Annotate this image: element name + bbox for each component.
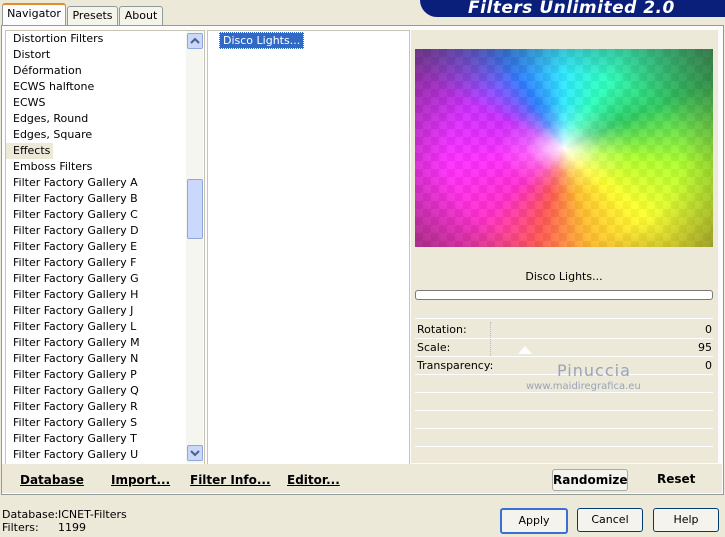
tab-about[interactable]: About — [119, 6, 163, 25]
filter-list-panel — [207, 30, 410, 465]
param-rotation-value[interactable]: 0 — [652, 323, 712, 336]
scroll-up-button[interactable] — [187, 33, 203, 49]
category-item[interactable]: Effects — [6, 143, 54, 159]
param-scale-value[interactable]: 95 — [652, 341, 712, 354]
preview-filter-name: Disco Lights... — [525, 270, 603, 283]
category-item[interactable]: Filter Factory Gallery U — [6, 447, 186, 463]
apply-button[interactable]: Apply — [500, 508, 568, 534]
category-item[interactable]: Filter Factory Gallery H — [6, 287, 186, 303]
chevron-up-icon — [190, 37, 200, 44]
status-database-label: Database: — [2, 508, 59, 521]
chevron-down-icon — [190, 450, 200, 457]
filter-item-disco-lights[interactable]: Disco Lights... — [219, 32, 305, 49]
status-filters-label: Filters: — [2, 521, 39, 534]
category-item[interactable]: Filter Factory Gallery M — [6, 335, 186, 351]
category-list: Distortion Filters Distort Déformation ECWS… — [6, 31, 186, 463]
category-item[interactable]: Filter Factory Gallery R — [6, 399, 186, 415]
cancel-button[interactable]: Cancel — [577, 508, 643, 532]
category-item[interactable]: ECWS — [6, 95, 186, 111]
preview-image — [415, 49, 713, 247]
import-button[interactable]: Import... — [111, 473, 170, 487]
watermark-name: Pinuccia — [557, 361, 631, 380]
category-item[interactable]: Filter Factory Gallery D — [6, 223, 186, 239]
help-button[interactable]: Help — [653, 508, 719, 532]
category-item[interactable]: Emboss Filters — [6, 159, 186, 175]
database-button[interactable]: Database — [20, 473, 84, 487]
category-item[interactable]: Filter Factory Gallery C — [6, 207, 186, 223]
editor-button[interactable]: Editor... — [287, 473, 340, 487]
category-item[interactable]: Distortion Filters — [6, 31, 186, 47]
category-item[interactable]: Filter Factory Gallery S — [6, 415, 186, 431]
param-transparency-label: Transparency: — [417, 359, 494, 372]
app-banner: Filters Unlimited 2.0 — [420, 0, 725, 18]
slider-handle[interactable] — [518, 346, 532, 354]
param-rotation-label: Rotation: — [417, 323, 467, 336]
randomize-button[interactable]: Randomize — [552, 469, 628, 491]
category-item[interactable]: Filter Factory Gallery Q — [6, 383, 186, 399]
category-item[interactable]: Filter Factory Gallery T — [6, 431, 186, 447]
slider-track[interactable] — [490, 322, 641, 356]
category-item[interactable]: Déformation — [6, 63, 186, 79]
status-filters-value: 1199 — [58, 521, 86, 534]
param-scale-label: Scale: — [417, 341, 451, 354]
category-item[interactable]: Filter Factory Gallery B — [6, 191, 186, 207]
category-item[interactable]: Filter Factory Gallery L — [6, 319, 186, 335]
category-item[interactable]: Filter Factory Gallery G — [6, 271, 186, 287]
category-item[interactable]: Filter Factory Gallery P — [6, 367, 186, 383]
category-scrollbar[interactable] — [186, 31, 203, 463]
category-item[interactable]: Filter Factory Gallery F — [6, 255, 186, 271]
category-item[interactable]: Distort — [6, 47, 186, 63]
param-transparency-value[interactable]: 0 — [652, 359, 712, 372]
category-item[interactable]: Filter Factory Gallery N — [6, 351, 186, 367]
category-item[interactable]: Filter Factory Gallery J — [6, 303, 186, 319]
tab-navigator[interactable]: Navigator — [2, 3, 66, 27]
tab-presets[interactable]: Presets — [67, 6, 118, 25]
category-item[interactable]: Filter Factory Gallery E — [6, 239, 186, 255]
filter-info-button[interactable]: Filter Info... — [190, 473, 271, 487]
category-item[interactable]: Filter Factory Gallery A — [6, 175, 186, 191]
scroll-down-button[interactable] — [187, 445, 203, 461]
progress-bar — [415, 290, 713, 300]
category-item[interactable]: Edges, Square — [6, 127, 186, 143]
app-title: Filters Unlimited 2.0 — [468, 0, 675, 18]
watermark-url: www.maidiregrafica.eu — [526, 381, 641, 392]
status-database-value: ICNET-Filters — [58, 508, 127, 521]
scroll-thumb[interactable] — [187, 179, 203, 239]
reset-button[interactable]: Reset — [657, 472, 695, 486]
category-item[interactable]: Edges, Round — [6, 111, 186, 127]
category-item[interactable]: ECWS halftone — [6, 79, 186, 95]
